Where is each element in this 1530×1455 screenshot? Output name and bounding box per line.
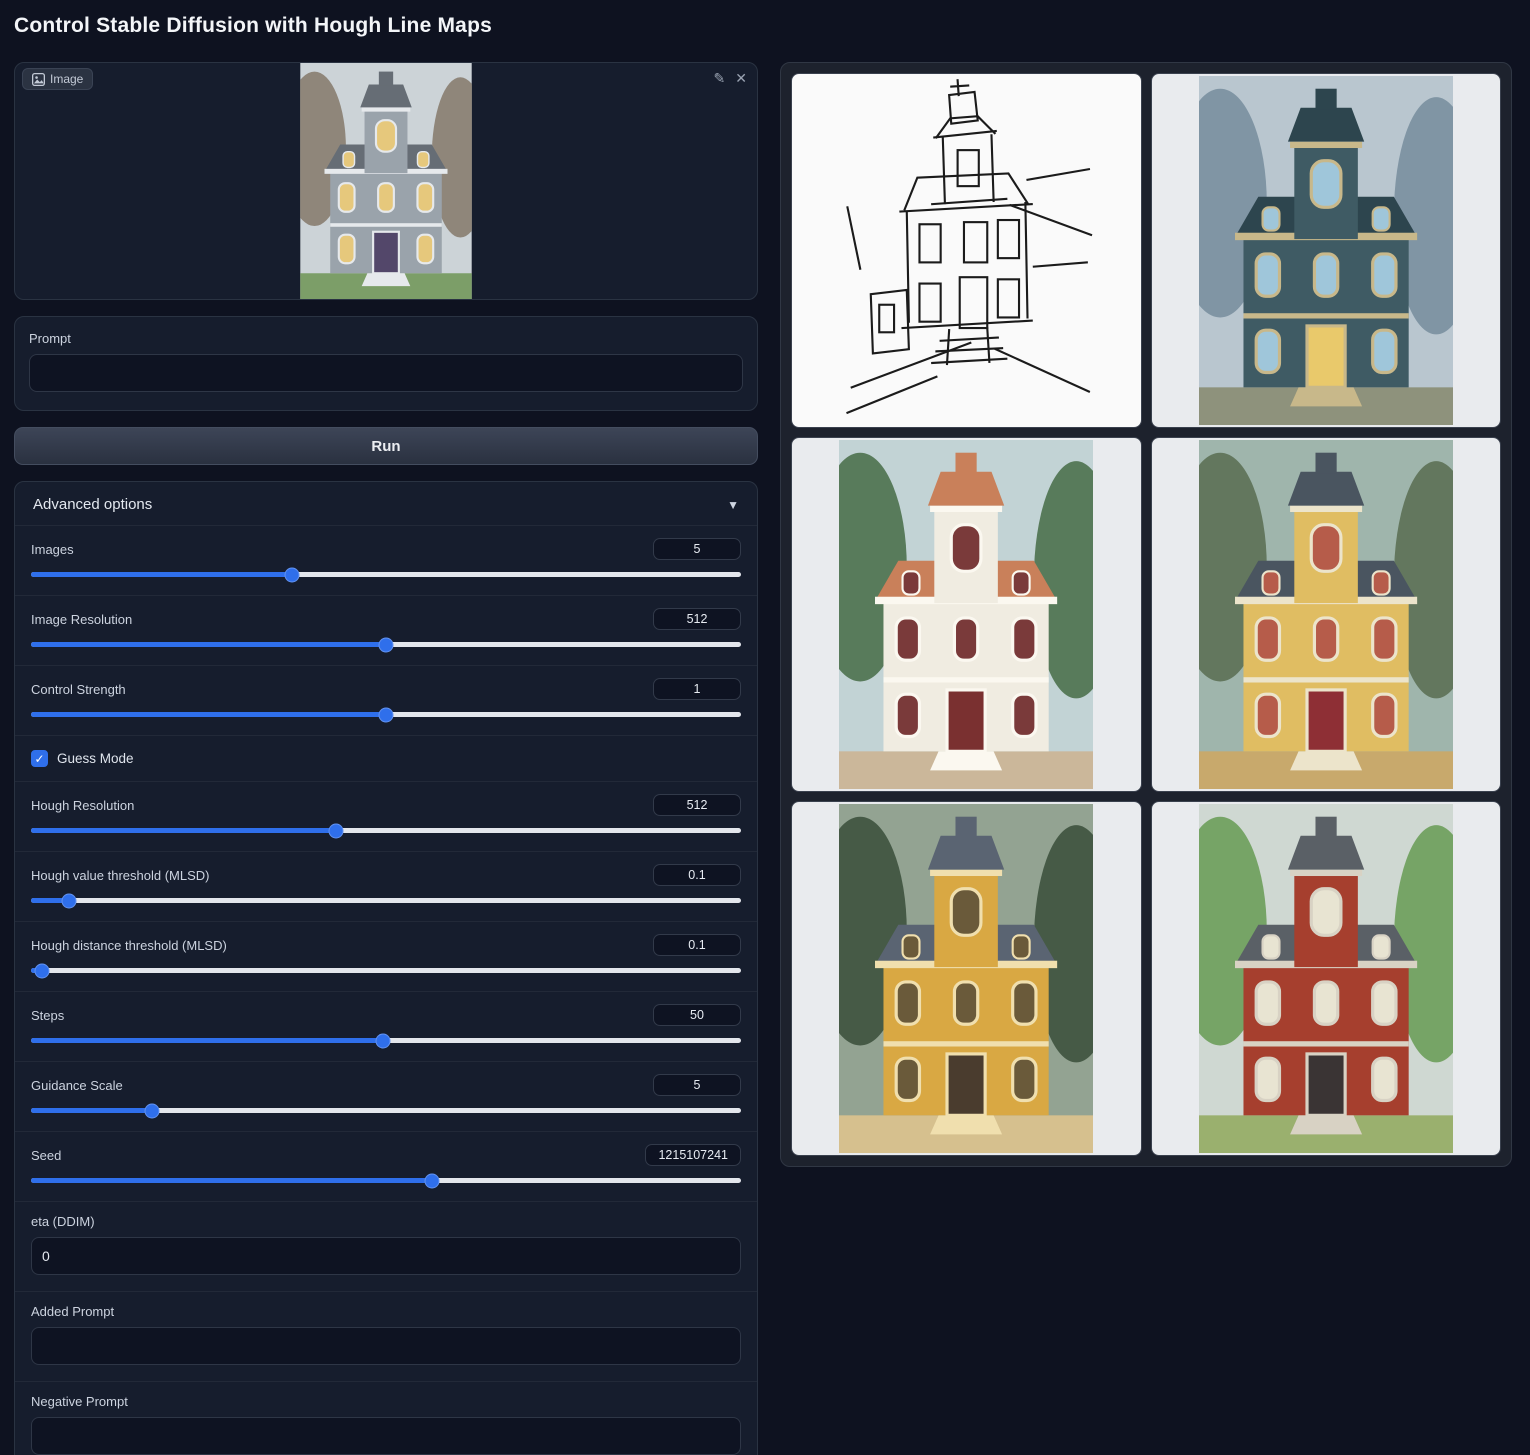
advanced-options-panel: Advanced options ▼ Images 5 Image Resolu… xyxy=(14,481,758,1455)
gallery-item-output-3[interactable] xyxy=(1151,437,1502,792)
output-gallery xyxy=(780,62,1512,1167)
slider-value[interactable]: 512 xyxy=(653,794,741,816)
slider-track[interactable] xyxy=(31,572,741,577)
slider-thumb[interactable] xyxy=(376,1033,391,1048)
prompt-input[interactable] xyxy=(29,354,743,392)
guess-mode-row[interactable]: ✓ Guess Mode xyxy=(15,735,757,781)
advanced-options-header[interactable]: Advanced options ▼ xyxy=(15,482,757,525)
slider-track[interactable] xyxy=(31,828,741,833)
negative-prompt-label: Negative Prompt xyxy=(31,1394,741,1409)
slider-value[interactable]: 512 xyxy=(653,608,741,630)
slider-track[interactable] xyxy=(31,1108,741,1113)
negative-prompt-group: Negative Prompt xyxy=(15,1381,757,1455)
slider-group-seed: Seed 1215107241 xyxy=(15,1131,757,1201)
slider-group-control-strength: Control Strength 1 xyxy=(15,665,757,735)
clear-image-icon[interactable]: ✕ xyxy=(735,71,747,85)
slider-thumb[interactable] xyxy=(329,823,344,838)
slider-label: Image Resolution xyxy=(31,612,132,627)
image-label: Image xyxy=(50,72,83,86)
gallery-item-output-1[interactable] xyxy=(1151,73,1502,428)
slider-thumb[interactable] xyxy=(425,1173,440,1188)
slider-value[interactable]: 0.1 xyxy=(653,934,741,956)
guess-mode-label: Guess Mode xyxy=(57,751,134,766)
added-prompt-label: Added Prompt xyxy=(31,1304,741,1319)
generated-image-red-brick-house xyxy=(1199,804,1453,1153)
slider-thumb[interactable] xyxy=(379,637,394,652)
advanced-options-title: Advanced options xyxy=(33,496,152,513)
slider-group-hough-value-threshold: Hough value threshold (MLSD) 0.1 xyxy=(15,851,757,921)
input-image xyxy=(295,63,477,299)
slider-group-steps: Steps 50 xyxy=(15,991,757,1061)
slider-value[interactable]: 1215107241 xyxy=(645,1144,741,1166)
slider-thumb[interactable] xyxy=(379,707,394,722)
slider-group-guidance-scale: Guidance Scale 5 xyxy=(15,1061,757,1131)
chevron-down-icon[interactable]: ▼ xyxy=(727,498,739,512)
slider-label: Control Strength xyxy=(31,682,126,697)
slider-value[interactable]: 50 xyxy=(653,1004,741,1026)
slider-value[interactable]: 5 xyxy=(653,538,741,560)
slider-label: Images xyxy=(31,542,74,557)
slider-label: Hough value threshold (MLSD) xyxy=(31,868,209,883)
generated-image-white-house xyxy=(839,440,1093,789)
slider-value[interactable]: 0.1 xyxy=(653,864,741,886)
gallery-item-hough-map[interactable] xyxy=(791,73,1142,428)
check-icon: ✓ xyxy=(34,752,44,766)
slider-group-images: Images 5 xyxy=(15,525,757,595)
gallery-item-output-5[interactable] xyxy=(1151,801,1502,1156)
guess-mode-checkbox[interactable]: ✓ xyxy=(31,750,48,767)
slider-track[interactable] xyxy=(31,1178,741,1183)
slider-group-image-resolution: Image Resolution 512 xyxy=(15,595,757,665)
slider-label: Seed xyxy=(31,1148,61,1163)
controls-column: Image ✎ ✕ Prompt Run Advanced options ▼ … xyxy=(14,62,758,1455)
slider-thumb[interactable] xyxy=(62,893,77,908)
generated-image-gold-house xyxy=(839,804,1093,1153)
slider-thumb[interactable] xyxy=(34,963,49,978)
image-icon xyxy=(32,73,45,86)
slider-label: Hough distance threshold (MLSD) xyxy=(31,938,227,953)
slider-group-hough-distance-threshold: Hough distance threshold (MLSD) 0.1 xyxy=(15,921,757,991)
slider-track[interactable] xyxy=(31,642,741,647)
prompt-label: Prompt xyxy=(29,331,743,346)
slider-value[interactable]: 5 xyxy=(653,1074,741,1096)
slider-label: Hough Resolution xyxy=(31,798,134,813)
generated-image-teal-house xyxy=(1199,76,1453,425)
slider-label: Steps xyxy=(31,1008,64,1023)
input-image-panel[interactable]: Image ✎ ✕ xyxy=(14,62,758,300)
eta-group: eta (DDIM) xyxy=(15,1201,757,1291)
image-label-badge: Image xyxy=(22,68,93,90)
slider-thumb[interactable] xyxy=(144,1103,159,1118)
added-prompt-input[interactable] xyxy=(31,1327,741,1365)
gallery-item-output-4[interactable] xyxy=(791,801,1142,1156)
hough-line-map-image xyxy=(839,76,1093,425)
slider-group-hough-resolution: Hough Resolution 512 xyxy=(15,781,757,851)
added-prompt-group: Added Prompt xyxy=(15,1291,757,1381)
eta-input[interactable] xyxy=(31,1237,741,1275)
slider-track[interactable] xyxy=(31,898,741,903)
page-title: Control Stable Diffusion with Hough Line… xyxy=(14,14,492,38)
prompt-panel: Prompt xyxy=(14,316,758,411)
slider-thumb[interactable] xyxy=(284,567,299,582)
slider-track[interactable] xyxy=(31,968,741,973)
slider-track[interactable] xyxy=(31,712,741,717)
eta-label: eta (DDIM) xyxy=(31,1214,741,1229)
negative-prompt-input[interactable] xyxy=(31,1417,741,1455)
gallery-item-output-2[interactable] xyxy=(791,437,1142,792)
slider-track[interactable] xyxy=(31,1038,741,1043)
run-button[interactable]: Run xyxy=(14,427,758,465)
generated-image-yellow-house xyxy=(1199,440,1453,789)
app-window: Control Stable Diffusion with Hough Line… xyxy=(0,0,1530,1455)
edit-image-icon[interactable]: ✎ xyxy=(714,71,726,85)
slider-value[interactable]: 1 xyxy=(653,678,741,700)
slider-label: Guidance Scale xyxy=(31,1078,123,1093)
